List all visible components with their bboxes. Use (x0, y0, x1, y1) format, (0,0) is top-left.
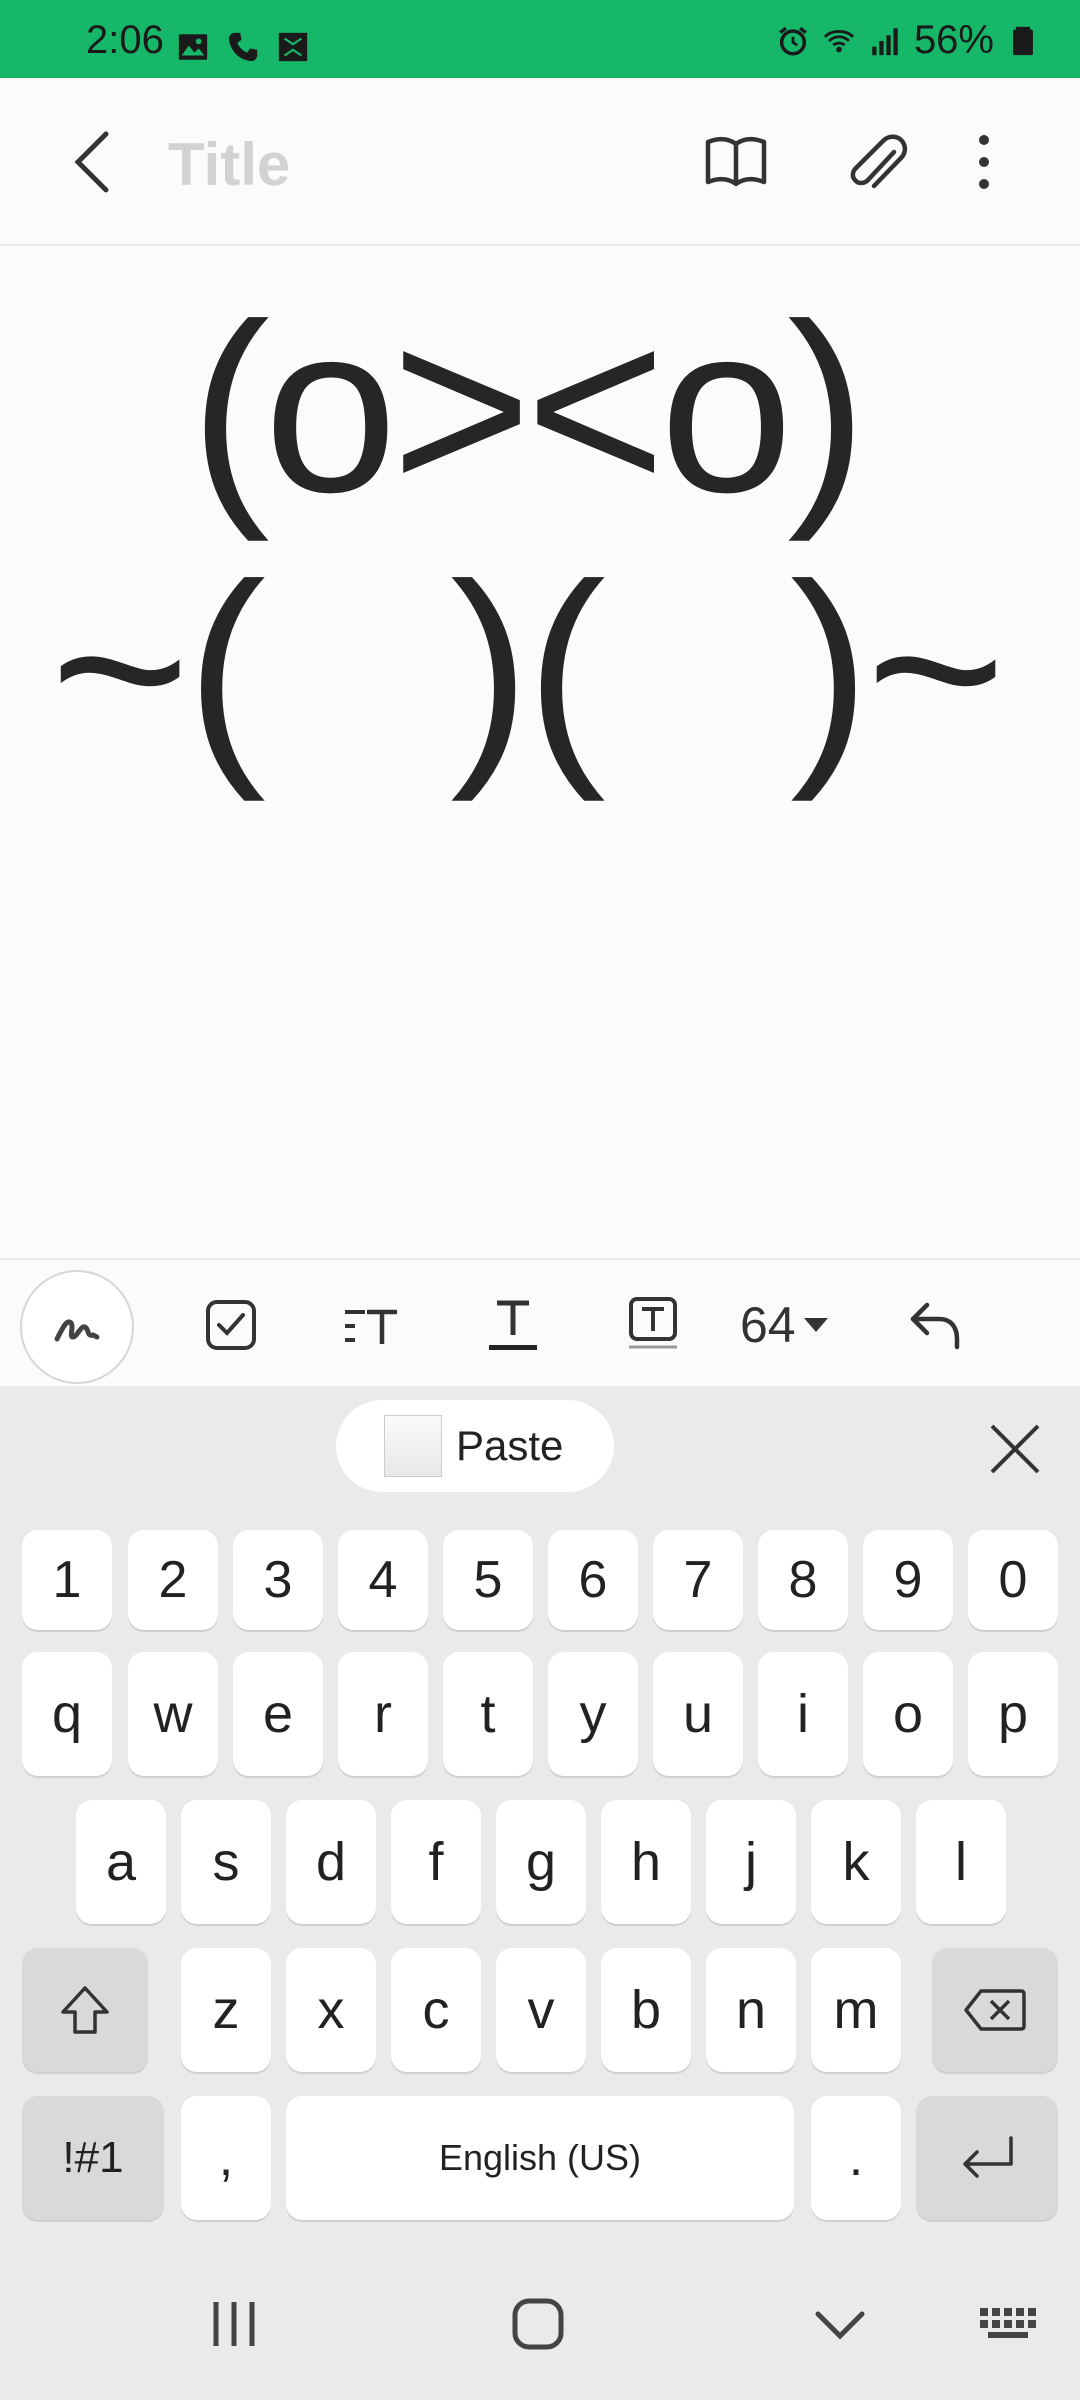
shift-icon (61, 1986, 109, 2034)
shift-key[interactable] (22, 1948, 148, 2072)
key-x[interactable]: x (286, 1948, 376, 2072)
key-t[interactable]: t (443, 1652, 533, 1776)
key-2[interactable]: 2 (128, 1530, 218, 1630)
key-7[interactable]: 7 (653, 1530, 743, 1630)
key-g[interactable]: g (496, 1800, 586, 1924)
key-f[interactable]: f (391, 1800, 481, 1924)
chevron-down-icon (803, 1318, 828, 1332)
key-m[interactable]: m (811, 1948, 901, 2072)
key-k[interactable]: k (811, 1800, 901, 1924)
symbols-key[interactable]: !#1 (22, 2096, 164, 2220)
key-j[interactable]: j (706, 1800, 796, 1924)
reading-mode-icon[interactable] (696, 122, 776, 202)
key-3[interactable]: 3 (233, 1530, 323, 1630)
backspace-key[interactable] (932, 1948, 1058, 2072)
key-b[interactable]: b (601, 1948, 691, 2072)
paste-button[interactable]: Paste (336, 1400, 614, 1492)
battery-icon (1013, 26, 1033, 55)
undo-button[interactable] (890, 1280, 980, 1370)
checkbox-icon (206, 1300, 256, 1350)
text-box-icon (629, 1297, 677, 1349)
key-5[interactable]: 5 (443, 1530, 533, 1630)
key-u[interactable]: u (653, 1652, 743, 1776)
key-a[interactable]: a (76, 1800, 166, 1924)
key-s[interactable]: s (181, 1800, 271, 1924)
key-1[interactable]: 1 (22, 1530, 112, 1630)
paste-label: Paste (456, 1422, 564, 1469)
close-icon[interactable] (980, 1414, 1050, 1484)
paragraph-style-button[interactable] (326, 1280, 416, 1370)
key-l[interactable]: l (916, 1800, 1006, 1924)
key-h[interactable]: h (601, 1800, 691, 1924)
checkbox-button[interactable] (186, 1280, 276, 1370)
clipboard-thumbnail (384, 1415, 442, 1477)
key-p[interactable]: p (968, 1652, 1058, 1776)
key-c[interactable]: c (391, 1948, 481, 2072)
comma-key[interactable]: , (181, 2096, 271, 2220)
home-icon[interactable] (498, 2284, 578, 2364)
key-y[interactable]: y (548, 1652, 638, 1776)
signal-icon (872, 27, 898, 55)
attach-icon[interactable] (834, 122, 914, 202)
recents-icon[interactable] (194, 2284, 274, 2364)
wifi-icon (823, 29, 855, 52)
key-r[interactable]: r (338, 1652, 428, 1776)
text-box-button[interactable] (608, 1280, 698, 1370)
note-line-1: (o><o) (190, 274, 867, 542)
key-w[interactable]: w (128, 1652, 218, 1776)
key-6[interactable]: 6 (548, 1530, 638, 1630)
note-body[interactable]: (o><o) ~( )( )~ (0, 248, 1080, 1258)
key-4[interactable]: 4 (338, 1530, 428, 1630)
font-size-value: 64 (740, 1297, 796, 1353)
status-time: 2:06 (86, 18, 164, 62)
key-z[interactable]: z (181, 1948, 271, 2072)
key-0[interactable]: 0 (968, 1530, 1058, 1630)
backspace-icon (964, 1989, 1026, 2031)
period-key[interactable]: . (811, 2096, 901, 2220)
undo-icon (910, 1302, 960, 1350)
paragraph-style-icon (345, 1309, 397, 1344)
key-q[interactable]: q (22, 1652, 112, 1776)
navigation-bar (0, 2240, 1080, 2400)
phone-icon (228, 32, 258, 62)
text-style-button[interactable] (468, 1280, 558, 1370)
pen-button[interactable] (20, 1270, 134, 1384)
app-bar (0, 78, 1080, 246)
font-size-selector[interactable]: 64 (740, 1280, 850, 1370)
note-line-2: ~( )( )~ (50, 534, 1006, 802)
key-i[interactable]: i (758, 1652, 848, 1776)
key-n[interactable]: n (706, 1948, 796, 2072)
text-style-icon (489, 1300, 537, 1350)
app-icon (278, 32, 308, 62)
pen-icon (54, 1319, 100, 1342)
key-e[interactable]: e (233, 1652, 323, 1776)
battery-percent: 56% (913, 18, 994, 62)
alarm-icon (779, 26, 807, 56)
keyboard-switch-icon[interactable] (970, 2284, 1050, 2364)
more-icon[interactable] (944, 122, 1024, 202)
key-9[interactable]: 9 (863, 1530, 953, 1630)
key-8[interactable]: 8 (758, 1530, 848, 1630)
gallery-icon (178, 34, 208, 60)
status-bar: 2:06 56% (0, 0, 1080, 78)
clipboard-bar: Paste (0, 1386, 1080, 1506)
title-input[interactable] (168, 124, 568, 204)
back-icon[interactable] (60, 122, 130, 202)
enter-icon (963, 2136, 1013, 2178)
key-v[interactable]: v (496, 1948, 586, 2072)
hide-keyboard-icon[interactable] (800, 2284, 880, 2364)
space-key[interactable]: English (US) (286, 2096, 794, 2220)
key-d[interactable]: d (286, 1800, 376, 1924)
formatting-toolbar: 64 (0, 1258, 1080, 1386)
enter-key[interactable] (916, 2096, 1058, 2220)
key-o[interactable]: o (863, 1652, 953, 1776)
